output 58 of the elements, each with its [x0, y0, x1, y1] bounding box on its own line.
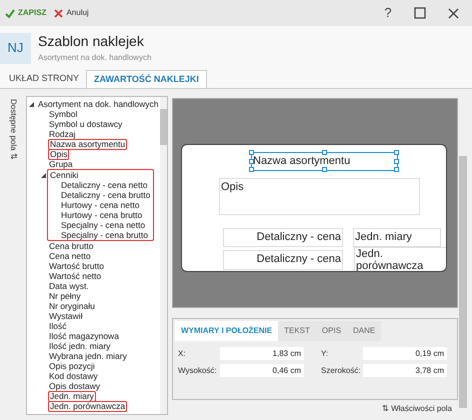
tree-item[interactable]: Jedn. porównawcza	[48, 400, 128, 412]
tree-item[interactable]: Symbol u dostawcy	[48, 119, 124, 129]
tree-item[interactable]: Opis dostawy	[48, 381, 102, 391]
tree-item[interactable]: Ilość	[48, 321, 68, 331]
tree-item[interactable]: Opis	[48, 148, 70, 160]
label-field[interactable]: Detaliczny - cena	[223, 228, 343, 247]
input-field[interactable]: 0,46 cm	[220, 364, 304, 377]
tree-item[interactable]: Asortyment na dok. handlowych	[37, 99, 160, 109]
tree-item[interactable]: Detaliczny - cena netto	[60, 180, 148, 190]
field-label: X:	[178, 348, 187, 360]
field-label: Y:	[321, 348, 330, 360]
tree-item[interactable]: Data wyst.	[48, 281, 90, 291]
tree-item[interactable]: Kod dostawy	[48, 371, 99, 381]
tree-item[interactable]: Cena netto	[48, 251, 92, 261]
window-subtitle: Asortyment na dok. handlowych	[38, 52, 152, 64]
field-label: Szerokość:	[321, 364, 362, 376]
tab[interactable]: WYMIARY I POŁOŻENIE	[175, 321, 278, 341]
window-title: Szablon naklejek	[38, 32, 145, 50]
tree-item[interactable]: Wartość brutto	[48, 261, 105, 271]
tree-item[interactable]: Cenniki	[49, 170, 80, 180]
tree-item[interactable]: Wybrana jedn. miary	[48, 351, 128, 361]
tab[interactable]: DANE	[347, 321, 382, 341]
tree-item[interactable]: Opis pozycji	[48, 361, 96, 371]
tree-item[interactable]: Detaliczny - cena brutto	[60, 190, 152, 200]
tab[interactable]: UKŁAD STRONY	[2, 70, 86, 88]
field-label: Wysokość:	[178, 364, 218, 376]
tree-item[interactable]: Rodzaj	[48, 129, 76, 139]
tree-item[interactable]: Ilość jedn. miary	[48, 341, 112, 351]
tree-item[interactable]: Ilość magazynowa	[48, 331, 120, 341]
tree-item[interactable]: Hurtowy - cena brutto	[60, 210, 144, 220]
tab[interactable]: ZAWARTOŚĆ NAKLEJKI	[86, 70, 207, 88]
tree-item[interactable]: Grupa	[48, 159, 74, 169]
help-button[interactable]: ?	[378, 3, 398, 23]
label-field[interactable]: Jedn. miary	[353, 228, 441, 247]
tree-item[interactable]: Nr pełny	[48, 291, 82, 301]
tree-item[interactable]: Jedn. miary	[48, 390, 96, 402]
tree-item[interactable]: Nr oryginału	[48, 301, 96, 311]
tree-item[interactable]: Specjalny - cena netto	[60, 220, 146, 230]
panel-label[interactable]: ⇅ Właściwości pola	[382, 403, 452, 415]
label-field[interactable]: Jedn. porównawcza	[354, 247, 446, 271]
input-field[interactable]: 1,83 cm	[220, 347, 304, 360]
panel-label[interactable]: Dostępne pola ⇅	[7, 99, 19, 160]
tab[interactable]: OPIS	[316, 321, 348, 341]
save-button[interactable]: ZAPISZ	[5, 7, 46, 19]
input-field[interactable]: 0,19 cm	[363, 347, 447, 360]
tree-item[interactable]: Symbol	[48, 109, 78, 119]
tree-item[interactable]: Specjalny - cena brutto	[60, 230, 149, 240]
label-field[interactable]: Opis	[219, 178, 420, 215]
app-badge: NJ	[0, 32, 31, 64]
tab[interactable]: TEKST	[278, 321, 316, 341]
input-field[interactable]: 3,78 cm	[363, 364, 447, 377]
label-field[interactable]: Detaliczny - cena	[223, 250, 343, 270]
tree-item[interactable]: Wartość netto	[48, 271, 102, 281]
tree-item[interactable]: Nazwa asortymentu	[48, 138, 128, 150]
cancel-button[interactable]: Anuluj	[54, 7, 89, 19]
tree-item[interactable]: Cena brutto	[48, 241, 94, 251]
tree-item[interactable]: Wystawił	[48, 311, 84, 321]
tree-item[interactable]: Hurtowy - cena netto	[60, 200, 140, 210]
